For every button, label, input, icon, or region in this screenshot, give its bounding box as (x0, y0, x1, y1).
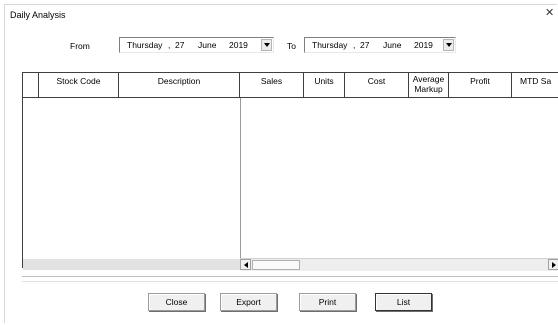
arrow-right-icon (551, 261, 556, 268)
arrow-left-icon (243, 261, 248, 268)
to-day-separator: , (353, 40, 356, 50)
column-header-mtd-sales[interactable]: MTD Sa (512, 73, 558, 98)
column-header-profit[interactable]: Profit (449, 73, 512, 98)
from-date-dropdown[interactable] (261, 39, 272, 51)
column-header-sales[interactable]: Sales (240, 73, 304, 98)
status-bar (22, 276, 558, 282)
from-month: June (198, 40, 217, 50)
close-icon[interactable]: ✕ (545, 8, 554, 19)
to-date-dropdown[interactable] (443, 39, 454, 51)
scroll-right-button[interactable] (548, 259, 558, 270)
column-header-units[interactable]: Units (304, 73, 345, 98)
to-weekday: Thursday (312, 40, 348, 50)
chevron-down-icon (445, 43, 452, 47)
to-label: To (287, 41, 296, 51)
from-day-separator: , (168, 40, 171, 50)
to-year: 2019 (414, 40, 433, 50)
from-day: 27 (175, 40, 185, 50)
column-header-average-markup[interactable]: Average Markup (409, 73, 449, 98)
from-year: 2019 (229, 40, 248, 50)
column-header-cost[interactable]: Cost (345, 73, 409, 98)
grid-header-selector (23, 73, 39, 98)
column-header-stock-code[interactable]: Stock Code (39, 73, 119, 98)
from-label: From (70, 41, 90, 51)
to-month: June (383, 40, 402, 50)
to-day: 27 (360, 40, 370, 50)
from-date-picker[interactable]: Thursday , 27 June 2019 (119, 37, 274, 53)
horizontal-scrollbar[interactable] (240, 258, 558, 271)
chevron-down-icon (263, 43, 270, 47)
frozen-column-divider (240, 98, 241, 268)
close-button[interactable]: Close (148, 293, 205, 311)
to-date-picker[interactable]: Thursday , 27 June 2019 (304, 37, 456, 53)
print-button[interactable]: Print (299, 293, 356, 311)
scroll-left-button[interactable] (240, 259, 251, 270)
export-button[interactable]: Export (220, 293, 277, 311)
window-title: Daily Analysis (10, 10, 66, 20)
column-header-description[interactable]: Description (119, 73, 240, 98)
analysis-grid[interactable]: Stock Code Description Sales Units Cost … (22, 72, 558, 271)
list-button[interactable]: List (375, 293, 432, 311)
scroll-thumb[interactable] (252, 260, 300, 270)
from-weekday: Thursday (127, 40, 163, 50)
fixed-pane-scroll-band (23, 259, 240, 270)
